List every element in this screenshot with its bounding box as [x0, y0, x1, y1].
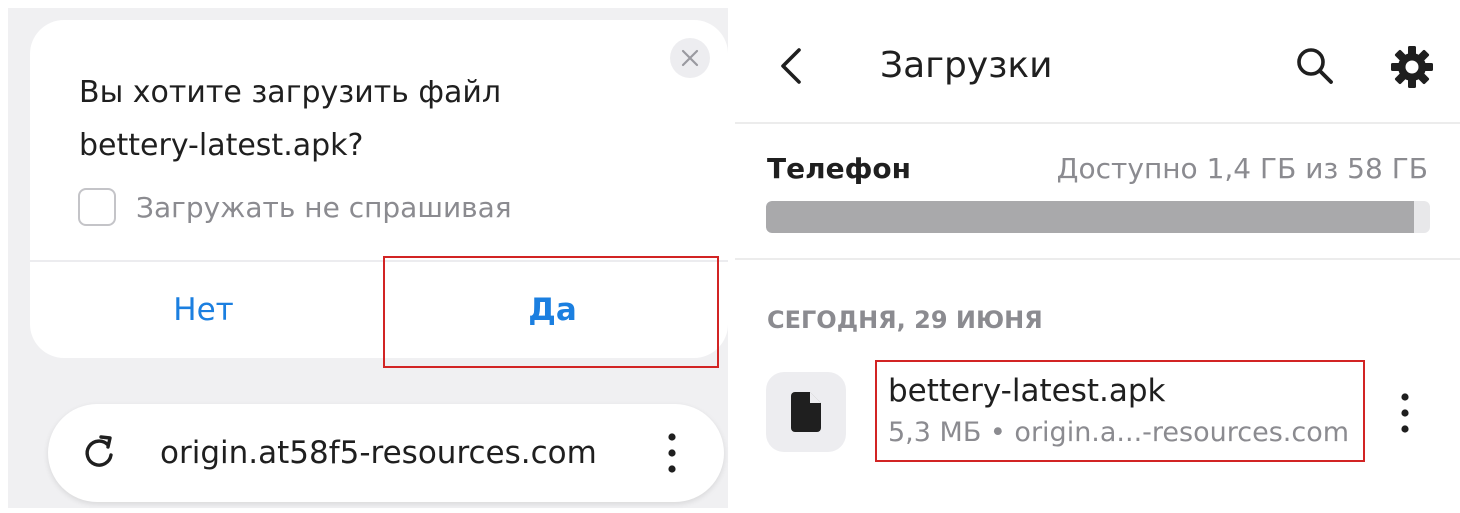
storage-bar: [766, 201, 1430, 233]
reload-icon[interactable]: [80, 433, 118, 471]
header-divider: [735, 122, 1460, 124]
date-header: СЕГОДНЯ, 29 ИЮНЯ: [767, 306, 1043, 334]
dialog-question: Вы хотите загрузить файл bettery-latest.…: [79, 66, 639, 172]
downloads-panel: Загрузки Телефон Доступно 1,4 ГБ из 58 Г…: [735, 0, 1460, 513]
browser-panel: Вы хотите загрузить файл bettery-latest.…: [8, 8, 728, 508]
page-title: Загрузки: [880, 45, 1053, 86]
screenshot-stage: Вы хотите загрузить файл bettery-latest.…: [0, 0, 1460, 513]
gear-icon[interactable]: [1389, 44, 1435, 90]
search-icon[interactable]: [1293, 44, 1337, 88]
yes-button[interactable]: Да: [377, 262, 728, 358]
dialog-question-line2: bettery-latest.apk?: [79, 128, 364, 163]
file-meta: 5,3 МБ • origin.a...-resources.com: [888, 417, 1350, 448]
dont-ask-label[interactable]: Загружать не спрашивая: [136, 190, 512, 226]
address-bar[interactable]: origin.at58f5-resources.com: [48, 404, 724, 502]
storage-available: Доступно 1,4 ГБ из 58 ГБ: [1056, 152, 1428, 185]
no-button[interactable]: Нет: [30, 262, 377, 358]
storage-bar-fill: [766, 201, 1415, 233]
close-icon: [681, 49, 699, 67]
download-dialog: Вы хотите загрузить файл bettery-latest.…: [30, 20, 728, 358]
storage-label: Телефон: [767, 152, 911, 185]
file-thumbnail[interactable]: [766, 372, 846, 452]
url-text[interactable]: origin.at58f5-resources.com: [160, 432, 597, 474]
file-name[interactable]: bettery-latest.apk: [888, 370, 1166, 412]
close-button[interactable]: [670, 38, 710, 78]
dont-ask-checkbox[interactable]: [78, 188, 116, 226]
dialog-question-line1: Вы хотите загрузить файл: [79, 75, 502, 110]
more-vertical-icon[interactable]: [1395, 391, 1415, 435]
file-icon: [791, 392, 821, 432]
storage-divider: [735, 258, 1460, 260]
chevron-left-icon[interactable]: [775, 44, 805, 88]
more-vertical-icon[interactable]: [662, 431, 682, 475]
